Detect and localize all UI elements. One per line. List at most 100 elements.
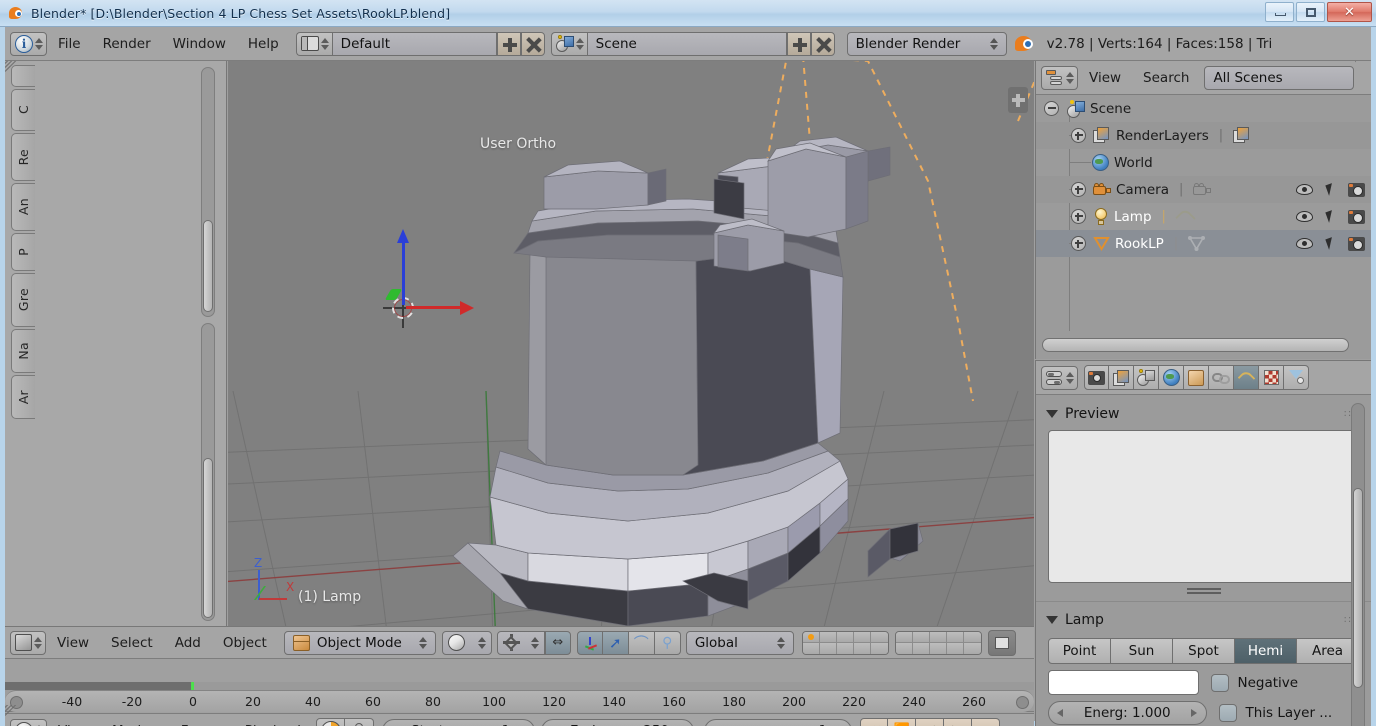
expand-collapse-icon[interactable] <box>1071 128 1086 143</box>
lamp-type-sun[interactable]: Sun <box>1111 638 1173 664</box>
timeline-scrollbar-left-handle[interactable] <box>10 696 23 709</box>
render-layers-data-icon[interactable] <box>1233 126 1251 145</box>
layer-cell[interactable] <box>853 642 871 654</box>
menu-file[interactable]: File <box>47 32 92 56</box>
viewport-shading-dropdown[interactable] <box>441 630 492 655</box>
layer-cell[interactable] <box>802 631 820 643</box>
lamp-panel-header[interactable]: Lamp :::: <box>1036 606 1371 634</box>
tool-shelf-tab-na[interactable]: Na <box>11 329 35 373</box>
layer-cell[interactable] <box>802 642 820 654</box>
visibility-eye-icon[interactable] <box>1296 238 1313 249</box>
menu-outliner-view[interactable]: View <box>1078 66 1132 90</box>
menu-add[interactable]: Add <box>164 631 212 655</box>
manipulator-translate-toggle[interactable]: ➚ <box>602 630 629 655</box>
jump-to-start-button[interactable]: ⏮ <box>860 717 889 726</box>
scrollbar-thumb[interactable] <box>203 458 213 618</box>
outliner-horizontal-scrollbar[interactable] <box>1042 338 1349 352</box>
layer-cell[interactable] <box>912 631 930 643</box>
this-layer-checkbox-row[interactable]: This Layer ... <box>1218 704 1360 722</box>
layer-cell[interactable] <box>853 631 871 643</box>
negative-checkbox[interactable] <box>1210 673 1229 692</box>
jump-to-end-button[interactable]: ⏭ <box>972 717 1001 726</box>
outliner-row-camera[interactable]: Camera | <box>1036 176 1371 203</box>
manipulator-rotate-toggle[interactable]: ⌒ <box>628 630 655 655</box>
selectable-cursor-icon[interactable] <box>1325 237 1336 250</box>
outliner-row-lamp[interactable]: Lamp | <box>1036 203 1371 230</box>
menu-window[interactable]: Window <box>162 32 237 56</box>
lock-time-button[interactable] <box>345 717 375 726</box>
lamp-type-spot[interactable]: Spot <box>1173 638 1235 664</box>
rook-3d-model[interactable] <box>228 61 1034 626</box>
render-engine-dropdown[interactable]: Blender Render <box>846 31 1007 56</box>
scrollbar-thumb[interactable] <box>1353 488 1363 688</box>
expand-collapse-icon[interactable] <box>1071 182 1086 197</box>
lamp-energy-field[interactable]: Energ: 1.000 <box>1048 701 1207 725</box>
sync-playback-button[interactable] <box>316 717 346 726</box>
menu-frame[interactable]: Frame <box>170 719 234 726</box>
play-reverse-button[interactable]: ◁ <box>916 717 945 726</box>
object-tab[interactable] <box>1184 365 1209 390</box>
expand-collapse-icon[interactable] <box>1071 236 1086 251</box>
start-frame-field[interactable]: Start: 1 <box>382 718 536 726</box>
tool-shelf-scrollbar-lower[interactable] <box>201 323 215 621</box>
selectable-cursor-icon[interactable] <box>1325 183 1336 196</box>
tool-shelf-tab-blank[interactable] <box>11 65 35 87</box>
render-tab[interactable] <box>1084 365 1109 390</box>
selectable-cursor-icon[interactable] <box>1325 210 1336 223</box>
end-frame-field[interactable]: End: 250 <box>541 718 695 726</box>
camera-data-icon[interactable] <box>1193 182 1212 197</box>
menu-timeline-view[interactable]: View <box>47 719 101 726</box>
scrollbar-thumb[interactable] <box>203 220 213 312</box>
lamp-color-swatch[interactable] <box>1048 670 1199 695</box>
lamp-data-icon[interactable] <box>1176 209 1194 225</box>
editor-type-selector-timeline[interactable] <box>10 718 47 726</box>
3d-viewport[interactable]: User Ortho (1) Lamp Z X <box>228 61 1034 626</box>
outliner-row-scene[interactable]: Scene <box>1036 95 1371 122</box>
menu-object[interactable]: Object <box>212 631 278 655</box>
expand-collapse-icon[interactable] <box>1071 209 1086 224</box>
add-scene-button[interactable] <box>786 31 811 56</box>
layer-cell[interactable] <box>946 642 964 654</box>
timeline-ruler[interactable]: -40 -20 0 20 40 60 80 100 120 140 160 18… <box>5 682 1034 712</box>
outliner-row-renderlayers[interactable]: RenderLayers | <box>1036 122 1371 149</box>
outliner-display-mode-dropdown[interactable]: All Scenes <box>1204 65 1355 90</box>
decrement-icon[interactable] <box>1057 709 1063 717</box>
maximize-button[interactable] <box>1296 2 1325 22</box>
constraints-tab[interactable] <box>1209 365 1234 390</box>
menu-help[interactable]: Help <box>237 32 290 56</box>
layer-cell[interactable] <box>819 631 837 643</box>
play-forward-button[interactable]: ▷ <box>944 717 973 726</box>
delete-screen-layout-button[interactable] <box>520 31 545 56</box>
layer-cell[interactable] <box>929 642 947 654</box>
editor-type-selector-properties[interactable] <box>1041 365 1078 390</box>
renderable-camera-icon[interactable] <box>1348 209 1365 224</box>
transform-orientation-dropdown[interactable]: Global <box>685 630 794 655</box>
menu-view[interactable]: View <box>46 631 100 655</box>
panel-resize-grip[interactable] <box>1186 588 1221 594</box>
manipulator-scale-toggle[interactable]: ⚲ <box>654 630 681 655</box>
delete-scene-button[interactable] <box>810 31 835 56</box>
this-layer-checkbox[interactable] <box>1218 704 1237 722</box>
timeline-tick-bar[interactable]: -40 -20 0 20 40 60 80 100 120 140 160 18… <box>5 690 1034 712</box>
scene-browse-button[interactable] <box>550 31 587 56</box>
current-frame-field[interactable]: 1 <box>704 718 853 726</box>
proportional-edit-toggle[interactable]: ⇔ <box>544 630 571 655</box>
visibility-eye-icon[interactable] <box>1296 211 1313 222</box>
layer-cell[interactable] <box>836 642 854 654</box>
mesh-data-icon[interactable] <box>1188 236 1206 251</box>
translate-manipulator-z-axis[interactable] <box>397 229 409 305</box>
close-button[interactable]: ✕ <box>1327 2 1372 22</box>
menu-outliner-search[interactable]: Search <box>1132 66 1200 90</box>
editor-type-selector-3dview[interactable] <box>10 630 46 655</box>
menu-render[interactable]: Render <box>92 32 162 56</box>
layer-cell[interactable] <box>870 631 888 643</box>
tool-shelf-scrollbar-upper[interactable] <box>201 67 215 317</box>
translate-manipulator-x-axis[interactable] <box>406 300 474 315</box>
preview-panel-header[interactable]: Preview :::: <box>1036 400 1371 428</box>
tool-shelf-tab-re[interactable]: Re <box>11 133 35 181</box>
outliner-row-world[interactable]: World <box>1036 149 1371 176</box>
lamp-type-point[interactable]: Point <box>1048 638 1111 664</box>
lamp-type-hemi[interactable]: Hemi <box>1235 638 1297 664</box>
layer-cell[interactable] <box>912 642 930 654</box>
lamp-type-area[interactable]: Area <box>1297 638 1359 664</box>
